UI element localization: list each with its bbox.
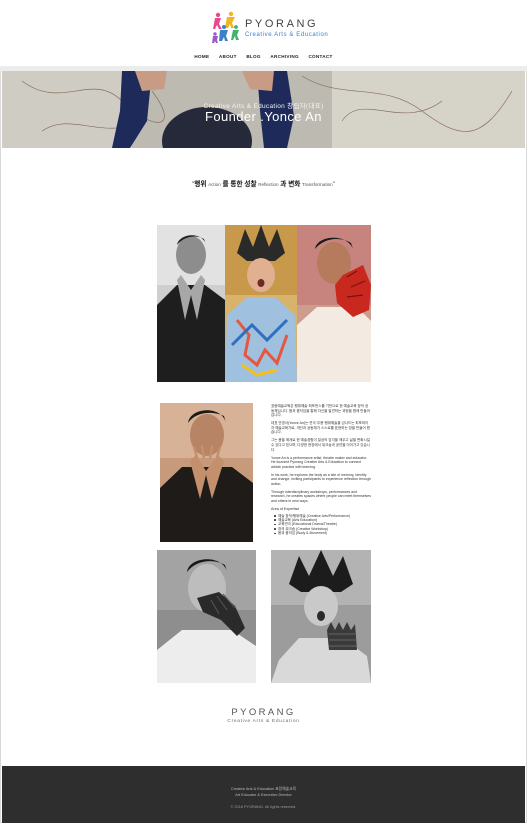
expertise-list: 예술 창작/행위예술 (Creative Arts/Performance) 예… [271,514,371,536]
footer-logo[interactable]: PYORANG Creative Arts & Education [0,707,527,724]
footer-logo-title: PYORANG [231,707,296,718]
founder-bio: 표랑예술교육은 행위예술·퍼포먼스를 기반으로 한 예술교육 창작 공동체입니다… [271,404,371,536]
hero-banner: Creative Arts & Education 창립자(대표) Founde… [2,71,525,148]
quote-transformation: 과 변화 [280,181,301,188]
logo-subtitle: Creative Arts & Education [245,32,329,38]
quote-action: 행위 [194,181,207,188]
nav-item-archiving[interactable]: ARCHIVING [270,54,298,59]
quote-action-en: Action [208,182,221,187]
footer-org-name: Creative Arts & Education 표랑예술교육 [230,787,297,791]
quote-reflection: 를 통한 성찰 [222,181,257,188]
bio-paragraph: 표랑예술교육은 행위예술·퍼포먼스를 기반으로 한 예술교육 창작 공동체입니다… [271,404,370,418]
nav-item-contact[interactable]: CONTACT [308,54,332,59]
main-nav: HOME ABOUT BLOG ARCHIVING CONTACT [0,54,527,59]
founder-portrait-photo [160,403,253,542]
logo-figures-icon [212,11,239,43]
nav-item-blog[interactable]: BLOG [246,54,260,59]
footer-logo-subtitle: Creative Arts & Education [227,719,300,724]
nav-item-home[interactable]: HOME [194,54,209,59]
quote-reflection-en: Reflection [258,182,279,187]
expertise-item: 몸과 움직임 (Body & Movement) [274,531,371,535]
bio-paragraph: Through interdisciplinary workshops, per… [271,489,371,504]
bio-paragraph: Yonce An is a performance artist, theatr… [271,455,367,469]
logo-title: PYORANG [245,18,319,30]
site-logo[interactable]: PYORANG Creative Arts & Education [212,10,332,46]
site-header: PYORANG Creative Arts & Education HOME A… [0,0,527,66]
founder-triptych-photo [157,225,371,382]
motto-quote: " 행위 Action 를 통한 성찰 Reflection 과 변화 Trans… [0,178,527,188]
quote-transformation-en: Transformation [302,182,333,187]
bio-paragraph: In his work, he explores the body as a s… [271,472,372,486]
bio-paragraph: 대표 안영서(Yonce An)는 연극·무용·행위예술을 넘나드는 퍼포머이자… [271,421,370,435]
footer-copyright: © 2016 PYORANG. All rights reserved. [230,805,297,809]
expertise-heading: Area of Expertise [271,507,300,512]
founder-bw-photo-right [271,550,371,683]
founder-bw-photo-left [157,550,256,683]
footer-role: Art Educator & Executive Director [235,793,292,797]
quote-close: " [332,182,335,188]
nav-item-about[interactable]: ABOUT [219,54,237,59]
hero-title: Founder .Yonce An [205,109,322,124]
bio-paragraph: 그는 몸을 매개로 한 예술경험이 일상의 감각을 깨우고 삶을 변화시킬 수 … [271,438,370,452]
site-footer: Creative Arts & Education 표랑예술교육 Art Edu… [2,766,525,823]
